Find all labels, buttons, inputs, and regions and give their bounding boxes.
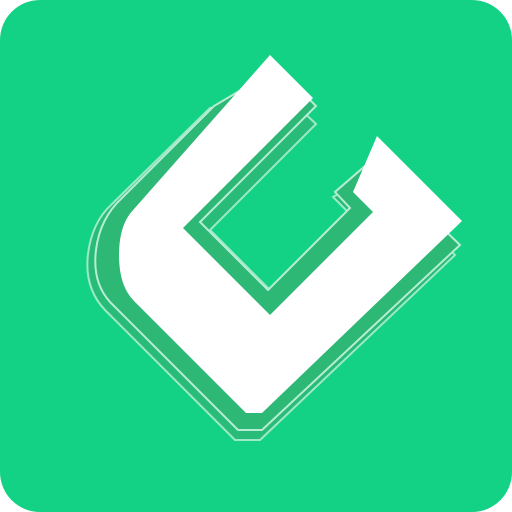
app-icon-svg — [0, 0, 512, 512]
app-icon[interactable] — [0, 0, 512, 512]
